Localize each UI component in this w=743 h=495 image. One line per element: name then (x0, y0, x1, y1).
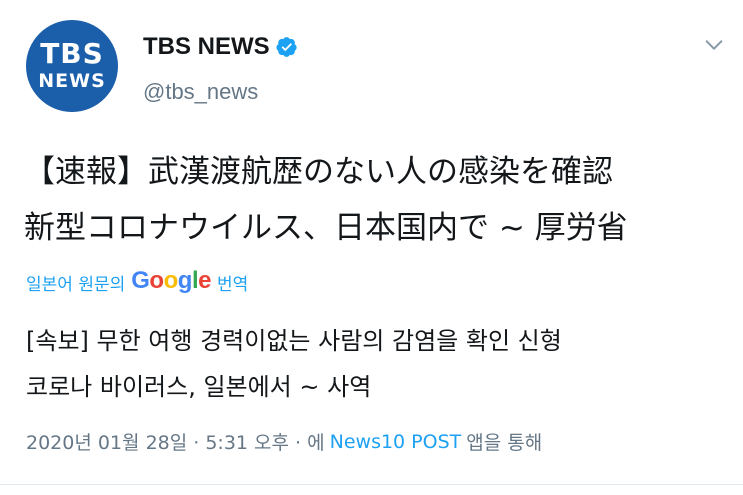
divider (0, 484, 743, 485)
translate-suffix: 번역 (216, 274, 249, 295)
translate-prefix: 일본어 원문의 (26, 274, 126, 295)
verified-badge-icon (276, 37, 297, 57)
tweet-card: TBS NEWS TBS NEWS @tbs_news 【速報】武漢渡航歴のない… (0, 0, 743, 495)
chevron-down-icon[interactable] (703, 34, 725, 56)
google-logo: Google (131, 267, 211, 295)
avatar-text-line2: NEWS (38, 70, 106, 92)
google-letter: G (131, 267, 150, 294)
display-name[interactable]: TBS NEWS (143, 33, 298, 61)
translated-text: [속보] 무한 여행 경력이없는 사람의 감염을 확인 신형 코로나 바이러스,… (26, 327, 562, 401)
source-suffix: 앱을 통해 (466, 432, 543, 454)
tweet-meta: 2020년 01월 28일 · 5:31 오후 · 에 News10 POST … (26, 428, 542, 455)
user-handle[interactable]: @tbs_news (143, 79, 258, 105)
translate-by-google-link[interactable]: 일본어 원문의 Google 번역 (26, 267, 249, 296)
avatar[interactable]: TBS NEWS (26, 20, 118, 112)
google-letter: o (149, 267, 164, 294)
google-letter: e (198, 267, 211, 294)
display-name-text: TBS NEWS (143, 33, 270, 60)
avatar-text-line1: TBS (40, 37, 104, 70)
source-app-link[interactable]: News10 POST (330, 431, 462, 453)
google-letter: o (163, 267, 179, 294)
google-letter: g (177, 267, 193, 294)
tweet-text: 【速報】武漢渡航歴のない人の感染を確認 新型コロナウイルス、日本国内で ~ 厚労… (24, 154, 628, 246)
timestamp[interactable]: 2020년 01월 28일 · 5:31 오후 · 에 (26, 428, 325, 455)
